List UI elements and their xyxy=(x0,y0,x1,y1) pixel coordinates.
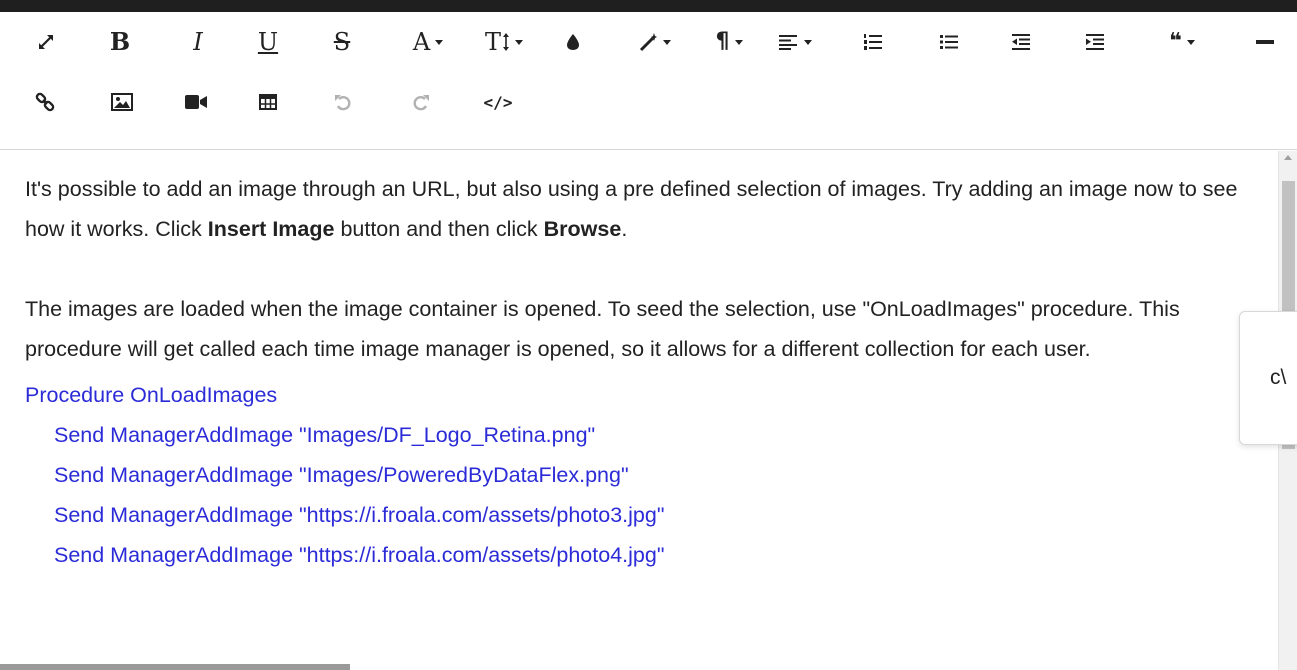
italic-icon: I xyxy=(193,28,203,56)
font-size-dropdown[interactable]: T xyxy=(474,12,534,72)
expand-icon xyxy=(37,33,55,51)
editor-content[interactable]: It's possible to add an image through an… xyxy=(0,151,1278,670)
bold-button[interactable]: B xyxy=(102,12,138,72)
scroll-up-arrow-icon[interactable] xyxy=(1284,155,1292,160)
underline-icon: U xyxy=(257,28,279,56)
font-family-dropdown[interactable]: A xyxy=(400,12,456,72)
ordered-list-icon xyxy=(864,33,882,51)
code-line: Send ManagerAddImage "Images/PoweredByDa… xyxy=(54,463,629,487)
droplet-icon xyxy=(566,33,580,51)
paragraph-style-dropdown[interactable]: ¶ xyxy=(704,12,754,72)
toolbar-row-2: </> xyxy=(0,72,1297,132)
horizontal-line-button[interactable] xyxy=(1248,12,1282,72)
insert-image-emphasis: Insert Image xyxy=(207,217,335,241)
window-top-bar xyxy=(0,0,1297,12)
editor-toolbar: B I U S A T ¶ ❝ </> xyxy=(0,12,1297,150)
insert-table-button[interactable] xyxy=(250,72,286,132)
align-dropdown[interactable] xyxy=(768,12,822,72)
inline-style-dropdown[interactable] xyxy=(628,12,680,72)
empty-line xyxy=(25,249,1254,289)
chevron-down-icon xyxy=(435,39,444,45)
ordered-list-button[interactable] xyxy=(858,12,888,72)
popup-text: c\ xyxy=(1270,366,1287,389)
toolbar-row-1: B I U S A T ¶ ❝ xyxy=(0,12,1297,72)
chevron-down-icon xyxy=(734,39,743,45)
fullscreen-button[interactable] xyxy=(28,12,64,72)
insert-image-button[interactable] xyxy=(104,72,140,132)
image-icon xyxy=(111,93,133,111)
quote-dropdown[interactable]: ❝ xyxy=(1154,12,1210,72)
popup-panel: c\ xyxy=(1239,311,1297,445)
italic-button[interactable]: I xyxy=(180,12,216,72)
magic-wand-icon xyxy=(638,32,658,52)
code-view-button[interactable]: </> xyxy=(478,72,518,132)
font-size-icon: T xyxy=(485,30,510,54)
insert-link-button[interactable] xyxy=(28,72,62,132)
insert-video-button[interactable] xyxy=(178,72,214,132)
strikethrough-button[interactable]: S xyxy=(324,12,360,72)
code-line: Send ManagerAddImage "Images/DF_Logo_Ret… xyxy=(54,423,596,447)
video-camera-icon xyxy=(185,95,207,109)
link-icon xyxy=(35,92,55,112)
align-left-icon xyxy=(778,34,799,50)
font-family-icon: A xyxy=(412,28,431,56)
chevron-down-icon xyxy=(515,39,523,45)
outdent-button[interactable] xyxy=(1006,12,1036,72)
redo-icon xyxy=(412,93,430,111)
code-line: Procedure OnLoadImages xyxy=(25,383,278,407)
unordered-list-button[interactable] xyxy=(934,12,964,72)
chevron-down-icon xyxy=(1186,39,1195,45)
code-icon: </> xyxy=(483,92,513,112)
code-line: Send ManagerAddImage "https://i.froala.c… xyxy=(54,543,665,567)
code-line: Send ManagerAddImage "https://i.froala.c… xyxy=(54,503,665,527)
pilcrow-icon: ¶ xyxy=(715,29,730,54)
table-icon xyxy=(259,94,277,110)
chevron-down-icon xyxy=(803,39,812,45)
strikethrough-icon: S xyxy=(333,28,351,56)
undo-icon xyxy=(334,93,352,111)
indent-icon xyxy=(1086,34,1104,50)
browse-emphasis: Browse xyxy=(543,217,622,241)
description-paragraph: The images are loaded when the image con… xyxy=(25,297,1180,361)
chevron-down-icon xyxy=(662,39,671,45)
quote-icon: ❝ xyxy=(1169,29,1182,54)
indent-button[interactable] xyxy=(1080,12,1110,72)
color-button[interactable] xyxy=(558,12,588,72)
intro-paragraph: It's possible to add an image through an… xyxy=(25,177,1238,241)
bottom-tab-indicator xyxy=(0,664,350,670)
unordered-list-icon xyxy=(940,34,958,50)
horizontal-line-icon xyxy=(1256,39,1274,45)
underline-button[interactable]: U xyxy=(250,12,286,72)
redo-button[interactable] xyxy=(404,72,438,132)
bold-icon: B xyxy=(109,27,131,56)
undo-button[interactable] xyxy=(326,72,360,132)
outdent-icon xyxy=(1012,34,1030,50)
